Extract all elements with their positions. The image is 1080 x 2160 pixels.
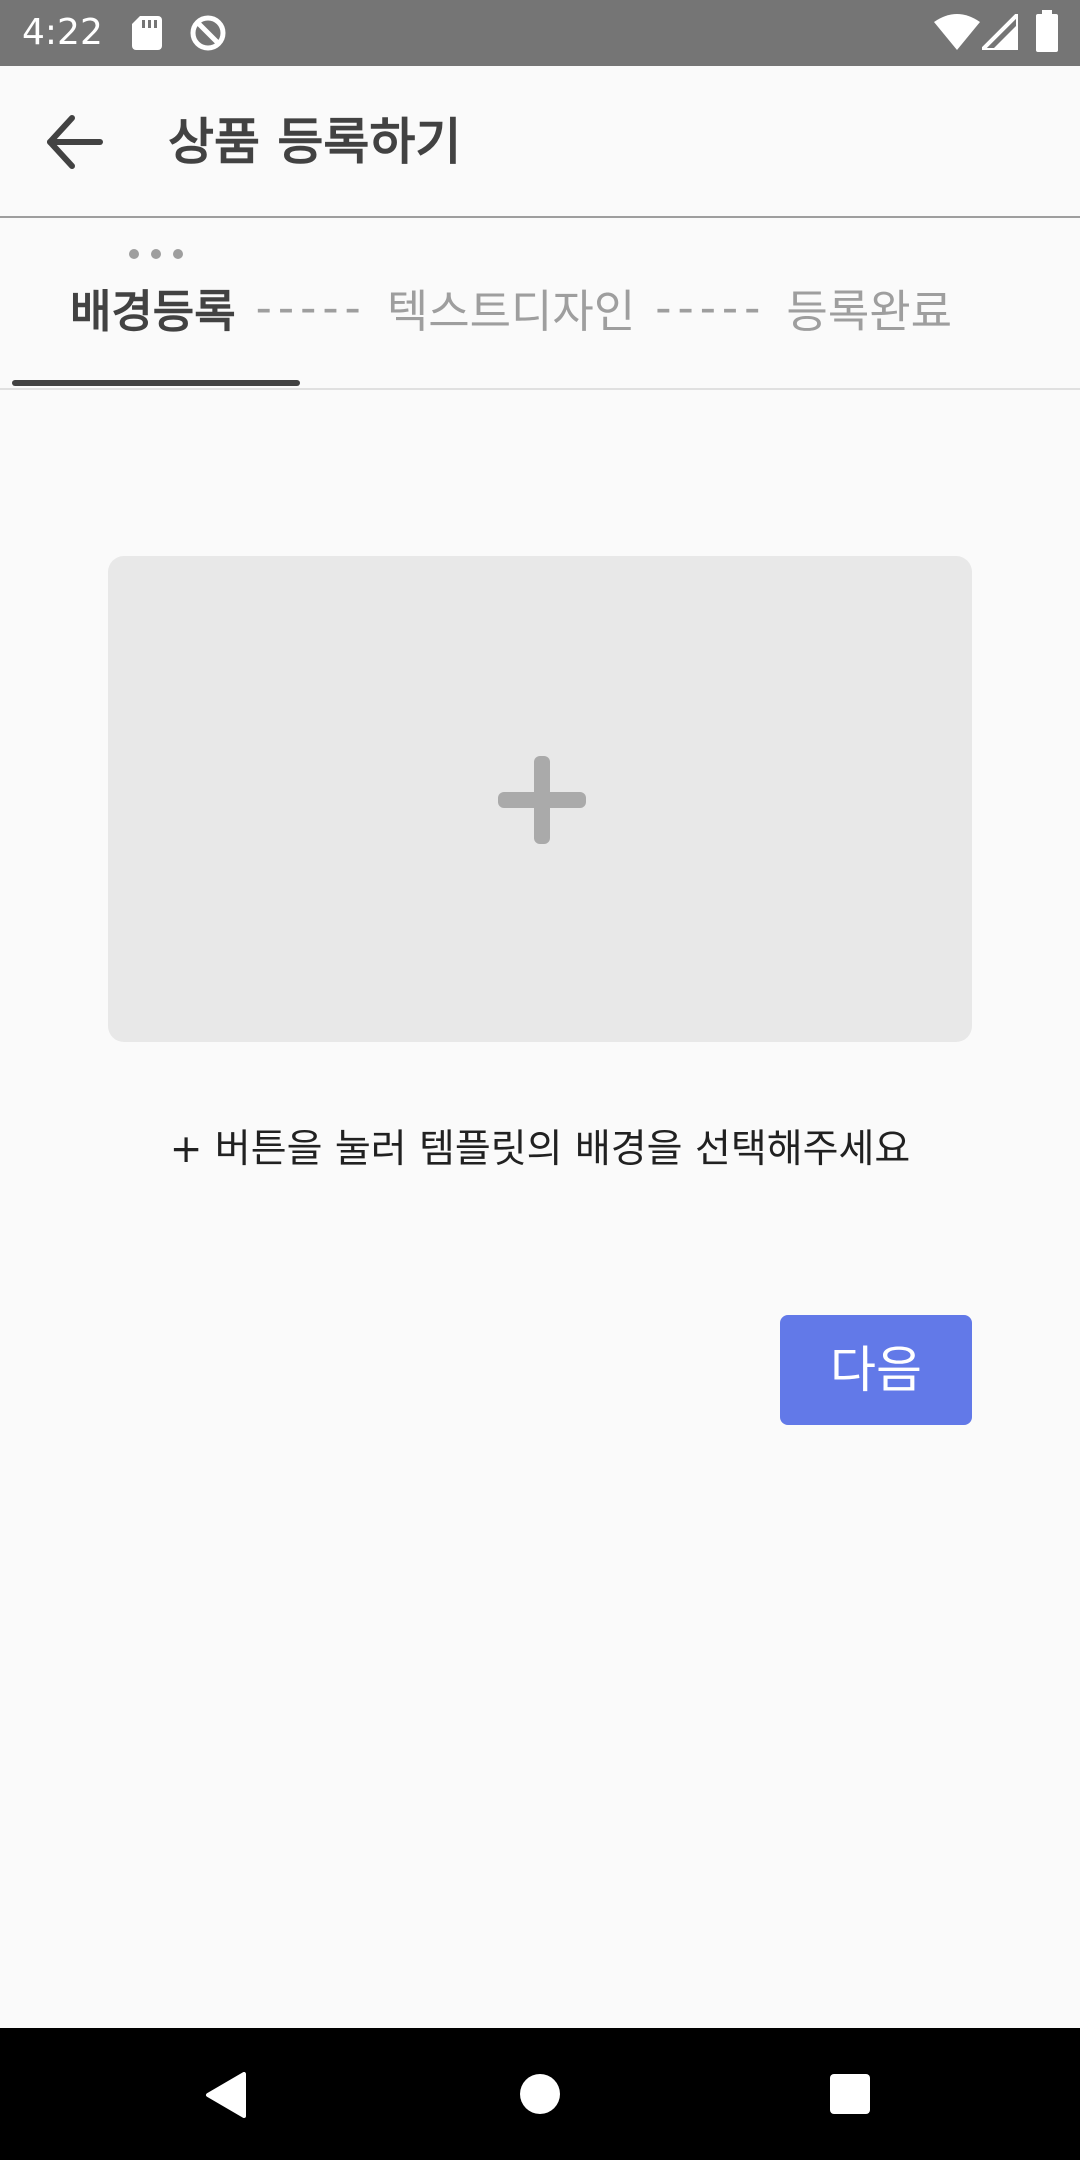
arrow-back-icon[interactable]: [44, 114, 104, 170]
step-indicator: 배경등록 ----- 텍스트디자인 ----- 등록완료: [0, 218, 1080, 390]
hint-text: + 버튼을 눌러 템플릿의 배경을 선택해주세요: [169, 1127, 911, 1172]
wifi-icon: [934, 14, 980, 50]
recents-square-icon[interactable]: [830, 2074, 870, 2114]
progress-dots-icon: [129, 249, 183, 259]
home-circle-icon[interactable]: [519, 2073, 561, 2115]
status-time: 4:22: [22, 12, 103, 53]
plus-icon[interactable]: [498, 756, 586, 844]
step-background[interactable]: 배경등록: [70, 275, 236, 340]
sd-card-icon: [132, 16, 162, 50]
navigation-bar: [0, 2028, 1080, 2160]
step-text-design[interactable]: 텍스트디자인: [387, 275, 635, 340]
battery-icon: [1036, 10, 1058, 52]
step-separator: -----: [255, 280, 367, 334]
no-sync-icon: [190, 15, 226, 51]
page-title: 상품 등록하기: [168, 113, 462, 171]
status-bar: 4:22: [0, 0, 1080, 66]
back-triangle-icon[interactable]: [204, 2072, 246, 2118]
background-picker[interactable]: [108, 556, 972, 1042]
app-bar: 상품 등록하기: [0, 66, 1080, 218]
active-step-indicator: [12, 380, 300, 386]
step-separator: -----: [655, 280, 767, 334]
signal-icon: [982, 14, 1018, 50]
step-row: 배경등록 ----- 텍스트디자인 ----- 등록완료: [70, 272, 952, 342]
next-button[interactable]: 다음: [780, 1315, 972, 1425]
step-complete[interactable]: 등록완료: [786, 275, 952, 340]
